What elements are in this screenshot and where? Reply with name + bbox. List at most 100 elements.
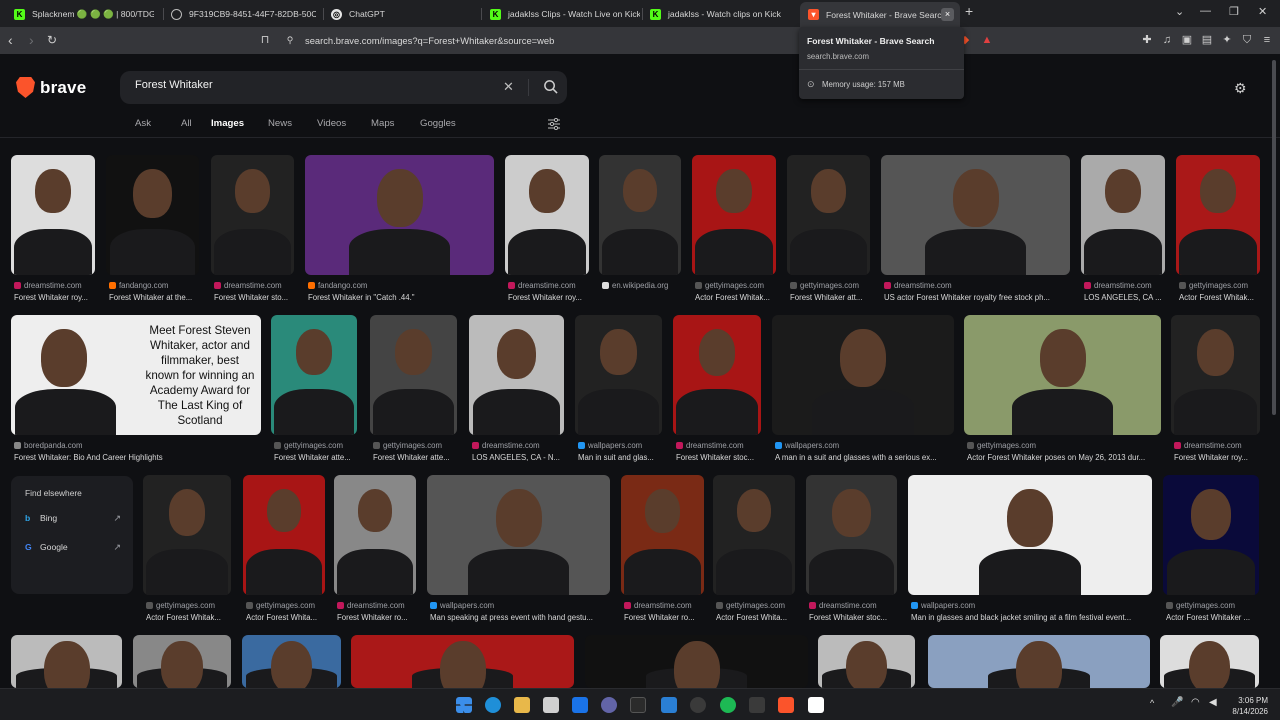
clear-icon[interactable]: ✕ [503,79,514,95]
image-result-thumbnail[interactable] [1160,635,1259,688]
image-result-thumbnail[interactable] [334,475,416,595]
result-title[interactable]: LOS ANGELES, CA ... [1084,293,1176,302]
tray-chevron-icon[interactable]: ^ [1150,698,1154,708]
result-title[interactable]: Actor Forest Whitak... [1179,293,1271,302]
brave-taskbar-icon[interactable] [778,697,794,713]
result-title[interactable]: Forest Whitaker ro... [624,613,715,622]
epic-games-icon[interactable] [808,697,824,713]
result-title[interactable]: Man in suit and glas... [578,453,673,462]
image-result-thumbnail[interactable] [133,635,231,688]
result-source[interactable]: gettyimages.com [246,601,336,610]
wallet-icon[interactable]: ▤ [1200,33,1214,47]
result-title[interactable]: Man speaking at press event with hand ge… [430,613,621,622]
mic-icon[interactable]: 🎤 [1171,697,1183,708]
tab-kick-watch[interactable]: K jadaklss - Watch clips on Kick [650,4,790,24]
image-result-thumbnail[interactable] [787,155,870,275]
result-title[interactable]: Actor Forest Whita... [716,613,806,622]
bing-link[interactable]: b Bing ↗ [25,513,121,523]
image-result-thumbnail[interactable] [1163,475,1259,595]
tab-brave-search[interactable]: ▾ Forest Whitaker - Brave Search × [800,2,960,27]
image-result-thumbnail[interactable] [370,315,457,435]
result-source[interactable]: wallpapers.com [578,441,673,450]
result-source[interactable]: gettyimages.com [274,441,368,450]
reload-icon[interactable]: ↻ [47,33,57,47]
image-result-thumbnail[interactable] [673,315,761,435]
image-result-thumbnail[interactable] [964,315,1161,435]
result-source[interactable]: gettyimages.com [716,601,806,610]
result-source[interactable]: wallpapers.com [430,601,621,610]
image-result-thumbnail[interactable] [806,475,897,595]
result-title[interactable]: Forest Whitaker roy... [14,293,106,302]
tab-all[interactable]: All [181,118,211,129]
result-source[interactable]: dreamstime.com [508,281,600,290]
scrollbar[interactable] [1272,60,1276,415]
result-title[interactable]: Man in glasses and black jacket smiling … [911,613,1163,622]
image-result-thumbnail[interactable] [818,635,915,688]
image-result-thumbnail[interactable] [305,155,494,275]
result-source[interactable]: gettyimages.com [373,441,468,450]
result-title[interactable]: Actor Forest Whitak... [146,613,242,622]
result-source[interactable]: wallpapers.com [911,601,1163,610]
extensions-icon[interactable]: ✚ [1140,33,1154,47]
image-result-thumbnail[interactable] [271,315,357,435]
result-source[interactable]: gettyimages.com [695,281,787,290]
image-result-thumbnail[interactable] [106,155,199,275]
volume-icon[interactable]: ◀ [1209,697,1217,708]
photos-icon[interactable] [661,697,677,713]
result-source[interactable]: gettyimages.com [1166,601,1270,610]
result-source[interactable]: dreamstime.com [1174,441,1271,450]
result-source[interactable]: gettyimages.com [146,601,242,610]
image-result-thumbnail[interactable] [772,315,954,435]
tab-news[interactable]: News [268,118,317,129]
result-source[interactable]: wallpapers.com [775,441,965,450]
image-result-thumbnail[interactable] [1171,315,1260,435]
teams-icon[interactable] [601,697,617,713]
image-result-thumbnail[interactable] [1176,155,1260,275]
chevron-down-icon[interactable]: ⌄ [1175,5,1184,18]
result-title[interactable]: Forest Whitaker ro... [337,613,427,622]
brave-rewards-icon[interactable]: ▲ [980,33,994,47]
close-tab-icon[interactable]: × [941,8,954,21]
forward-icon[interactable]: › [29,32,34,48]
brave-logo[interactable]: brave [16,77,86,98]
result-source[interactable]: dreamstime.com [624,601,715,610]
image-result-thumbnail[interactable] [599,155,681,275]
result-title[interactable]: Forest Whitaker roy... [1174,453,1271,462]
image-result-thumbnail[interactable] [11,635,122,688]
search-icon[interactable] [543,79,558,94]
site-info-icon[interactable]: ⚲ [283,33,297,47]
result-source[interactable]: gettyimages.com [967,441,1172,450]
result-title[interactable]: Actor Forest Whitaker ... [1166,613,1270,622]
result-title[interactable]: Forest Whitaker stoc... [809,613,908,622]
tab-ask[interactable]: Ask [135,118,181,129]
image-result-thumbnail[interactable] [692,155,776,275]
sidebar-icon[interactable]: ▣ [1180,33,1194,47]
leo-icon[interactable]: ✦ [1220,33,1234,47]
minimize-icon[interactable]: — [1200,5,1211,17]
result-source[interactable]: dreamstime.com [214,281,305,290]
image-result-thumbnail[interactable] [1081,155,1165,275]
result-title[interactable]: Forest Whitaker at the... [109,293,210,302]
result-title[interactable]: A man in a suit and glasses with a serio… [775,453,965,462]
tab-images[interactable]: Images [211,118,268,129]
image-result-thumbnail[interactable] [143,475,231,595]
tab-goggles[interactable]: Goggles [420,118,480,129]
result-title[interactable]: Forest Whitaker sto... [214,293,305,302]
tab-chatgpt[interactable]: ◎ ChatGPT [331,4,471,24]
google-link[interactable]: G Google ↗ [25,542,121,552]
result-source[interactable]: gettyimages.com [790,281,881,290]
image-result-thumbnail[interactable] [211,155,294,275]
result-title[interactable]: Forest Whitaker atte... [373,453,468,462]
result-title[interactable]: Forest Whitaker: Bio And Career Highligh… [14,453,272,462]
image-result-thumbnail[interactable] [427,475,610,595]
edge-icon[interactable] [485,697,501,713]
outlook-icon[interactable] [572,697,588,713]
result-source[interactable]: dreamstime.com [472,441,575,450]
maximize-icon[interactable]: ❐ [1229,5,1239,18]
store-icon[interactable] [543,697,559,713]
result-source[interactable]: dreamstime.com [884,281,1081,290]
image-result-thumbnail[interactable] [908,475,1152,595]
result-source[interactable]: en.wikipedia.org [602,281,692,290]
bookmark-icon[interactable]: ⊓ [258,33,272,47]
result-title[interactable]: Forest Whitaker in "Catch .44." [308,293,505,302]
